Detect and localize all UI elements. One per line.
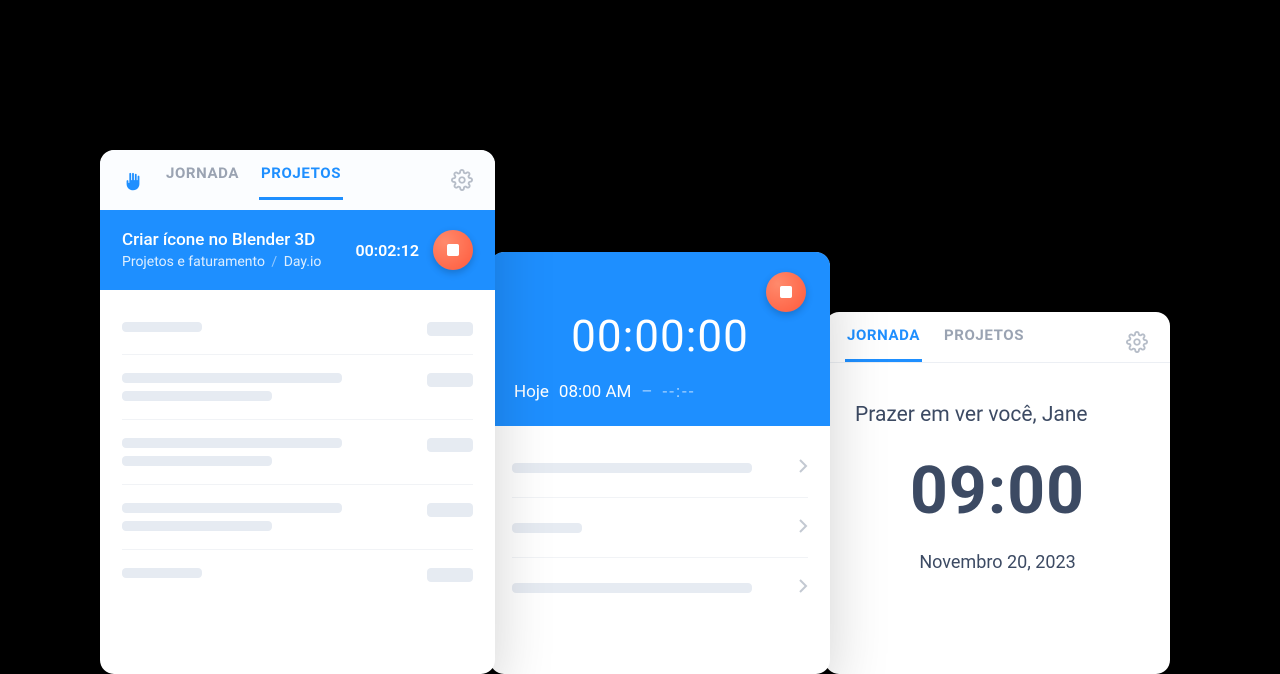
list-item[interactable] [122,485,473,550]
start-time: 08:00 AM [559,382,631,402]
skeleton-line [122,322,202,332]
list-item[interactable] [512,558,808,617]
projects-card: JORNADA PROJETOS Criar ícone no Blender … [100,150,495,674]
current-date: Novembro 20, 2023 [855,552,1140,573]
list-item[interactable] [122,355,473,420]
skeleton-pill [427,438,473,452]
skeleton-line [122,391,272,401]
skeleton-line [122,438,342,448]
stop-icon [780,286,792,298]
gear-icon[interactable] [1126,331,1148,357]
task-title: Criar ícone no Blender 3D [122,230,341,250]
card3-body: Prazer em ver você, Jane 09:00 Novembro … [825,363,1170,613]
card1-header: JORNADA PROJETOS [100,150,495,210]
skeleton-list [100,290,495,614]
skeleton-pill [427,373,473,387]
jornada-card: JORNADA PROJETOS Prazer em ver você, Jan… [825,312,1170,674]
list-item[interactable] [122,550,473,600]
time-separator: – [641,382,652,402]
task-elapsed: 00:02:12 [355,241,419,260]
gear-icon[interactable] [451,169,473,195]
skeleton-line [512,523,582,533]
skeleton-line [122,568,202,578]
end-time: --:-- [663,382,696,402]
stop-icon [447,244,459,256]
task-info: Criar ícone no Blender 3D Projetos e fat… [122,230,341,270]
card1-tabs: JORNADA PROJETOS [122,164,341,200]
timer-card: 00:00:00 Hoje 08:00 AM – --:-- [490,252,830,674]
active-task-banner: Criar ícone no Blender 3D Projetos e fat… [100,210,495,290]
skeleton-pill [427,322,473,336]
list-item[interactable] [122,304,473,355]
breadcrumb-sep: / [265,254,284,270]
greeting-text: Prazer em ver você, Jane [855,403,1140,427]
current-time: 09:00 [855,453,1140,530]
skeleton-pill [427,568,473,582]
skeleton-pill [427,503,473,517]
tab-jornada[interactable]: JORNADA [166,164,239,200]
stop-button[interactable] [766,272,806,312]
skeleton-line [122,503,342,513]
card2-header: 00:00:00 Hoje 08:00 AM – --:-- [490,252,830,426]
task-client: Day.io [284,254,322,270]
skeleton-line [122,521,272,531]
card3-tabs: JORNADA PROJETOS [847,326,1024,362]
skeleton-line [512,463,752,473]
skeleton-line [512,583,752,593]
tab-projetos[interactable]: PROJETOS [944,326,1024,362]
list-item[interactable] [512,498,808,558]
card2-list [490,426,830,629]
skeleton-line [122,456,272,466]
task-project: Projetos e faturamento [122,254,265,270]
stop-button[interactable] [433,230,473,270]
chevron-right-icon [798,518,808,537]
tab-jornada[interactable]: JORNADA [847,326,920,362]
time-range: Hoje 08:00 AM – --:-- [514,382,806,402]
card3-header: JORNADA PROJETOS [825,312,1170,363]
hand-icon [122,171,144,193]
timer-display: 00:00:00 [514,310,806,362]
tab-projetos[interactable]: PROJETOS [261,164,341,200]
chevron-right-icon [798,578,808,597]
list-item[interactable] [512,438,808,498]
task-subtitle: Projetos e faturamento / Day.io [122,254,341,270]
list-item[interactable] [122,420,473,485]
chevron-right-icon [798,458,808,477]
skeleton-line [122,373,342,383]
today-label: Hoje [514,382,549,402]
